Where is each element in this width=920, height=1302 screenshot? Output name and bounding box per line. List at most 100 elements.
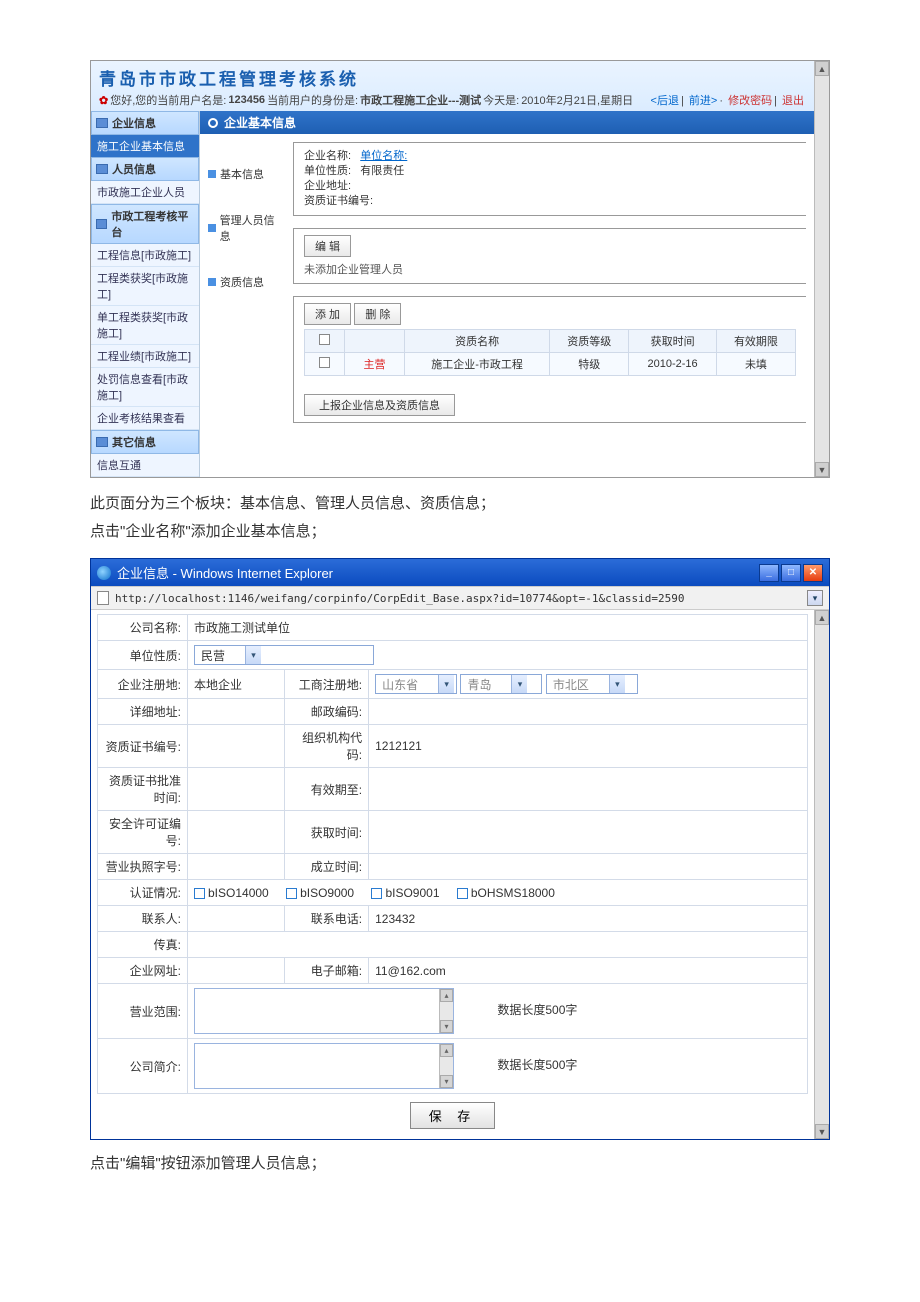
left-nav: 企业信息 施工企业基本信息 人员信息 市政施工企业人员 市政工程考核平台 工程信… (91, 111, 199, 477)
address-bar: http://localhost:1146/weifang/corpinfo/C… (91, 586, 829, 610)
nav-item-basic[interactable]: 施工企业基本信息 (91, 135, 199, 157)
intro-textarea[interactable]: ▴▾ (194, 1043, 454, 1089)
nav-header-platform-label: 市政工程考核平台 (111, 208, 194, 240)
scroll-down-icon[interactable]: ▾ (440, 1075, 453, 1088)
ie-icon (97, 566, 111, 580)
val-phone: 123432 (369, 906, 808, 932)
ck-iso14000[interactable]: bISO14000 (194, 886, 269, 900)
nav-item-staff[interactable]: 市政施工企业人员 (91, 181, 199, 204)
nav-item-msg[interactable]: 信息互通 (91, 454, 199, 477)
lbl-intro: 公司简介: (98, 1039, 188, 1094)
table-row[interactable]: 主营 施工企业-市政工程 特级 2010-2-16 未填 (305, 353, 796, 376)
nav-header-platform[interactable]: 市政工程考核平台 (91, 204, 199, 244)
textarea-scroll[interactable]: ▴▾ (439, 989, 453, 1033)
status-role: 市政工程施工企业---测试 (360, 92, 481, 108)
ck-iso9000[interactable]: bISO9000 (286, 886, 354, 900)
save-button[interactable]: 保 存 (410, 1102, 496, 1129)
ck-iso14000-label: bISO14000 (208, 886, 269, 900)
status-greeting: 您好,您的当前用户名是: (110, 92, 226, 108)
forward-link[interactable]: 前进> (689, 95, 717, 107)
city-value: 青岛 (461, 676, 511, 693)
ck-iso9001-label: bISO9001 (385, 886, 439, 900)
city-select[interactable]: 青岛▾ (460, 674, 542, 694)
addr-dropdown-icon[interactable]: ▾ (807, 590, 823, 606)
changepwd-link[interactable]: 修改密码 (728, 95, 772, 107)
report-button[interactable]: 上报企业信息及资质信息 (304, 394, 455, 416)
nav-header-other[interactable]: 其它信息 (91, 430, 199, 454)
nav-header-other-label: 其它信息 (112, 434, 156, 450)
back-link[interactable]: <后退 (651, 95, 679, 107)
square-icon (208, 170, 216, 178)
lbl-safeno: 安全许可证编号: (98, 811, 188, 854)
lbl-orgcode: 组织机构代码: (285, 725, 369, 768)
form-vertical-scrollbar[interactable]: ▲ ▼ (814, 610, 829, 1139)
nav-item-single-award[interactable]: 单工程类获奖[市政施工] (91, 306, 199, 345)
nature-select[interactable]: 民营▾ (194, 645, 374, 665)
dist-select[interactable]: 市北区▾ (546, 674, 638, 694)
qual-table: 资质名称 资质等级 获取时间 有效期限 主营 施工 (304, 329, 796, 376)
nav-item-result[interactable]: 企业考核结果查看 (91, 407, 199, 430)
close-button[interactable]: ✕ (803, 564, 823, 582)
scope-textarea[interactable]: ▴▾ (194, 988, 454, 1034)
scroll-down-icon[interactable]: ▼ (815, 1124, 829, 1139)
checkbox-icon (457, 888, 468, 899)
folder-icon (96, 437, 108, 447)
nav-item-punish[interactable]: 处罚信息查看[市政施工] (91, 368, 199, 407)
lbl-est: 成立时间: (285, 854, 369, 880)
delete-button[interactable]: 删 除 (354, 303, 401, 325)
folder-icon (96, 164, 108, 174)
minimize-button[interactable]: _ (759, 564, 779, 582)
table-header-row: 资质名称 资质等级 获取时间 有效期限 (305, 330, 796, 353)
th-level: 资质等级 (550, 330, 629, 353)
square-icon (208, 224, 216, 232)
nav-item-proj-award[interactable]: 工程类获奖[市政施工] (91, 267, 199, 306)
scroll-up-icon[interactable]: ▴ (440, 1044, 453, 1057)
lbl-certno: 资质证书编号: (304, 195, 373, 207)
ck-iso9001[interactable]: bISO9001 (371, 886, 439, 900)
status-mid1: 当前用户的身份是: (267, 92, 358, 108)
nav-item-proj-info[interactable]: 工程信息[市政施工] (91, 244, 199, 267)
page-icon (97, 591, 109, 605)
scroll-up-icon[interactable]: ▲ (815, 610, 829, 625)
basic-info-block: 企业名称: 单位名称: 单位性质: 有限责任 企业地址: 资质证书编号: (293, 142, 806, 216)
edit-button[interactable]: 编 辑 (304, 235, 351, 257)
val-nature: 有限责任 (360, 165, 404, 177)
square-icon (208, 278, 216, 286)
subnav-mgr[interactable]: 管理人员信息 (208, 212, 283, 244)
td-valid: 未填 (716, 353, 795, 376)
subnav-basic[interactable]: 基本信息 (208, 166, 283, 182)
subnav-qual[interactable]: 资质信息 (208, 274, 283, 290)
ie-titlebar: 企业信息 - Windows Internet Explorer _ □ ✕ (91, 559, 829, 586)
scroll-down-icon[interactable]: ▼ (815, 462, 829, 477)
prov-select[interactable]: 山东省▾ (375, 674, 457, 694)
screenshot-1: 青岛市市政工程管理考核系统 ✿ 您好,您的当前用户名是: 123456 当前用户… (90, 60, 830, 478)
add-button[interactable]: 添 加 (304, 303, 351, 325)
ck-iso9000-label: bISO9000 (300, 886, 354, 900)
subnav-mgr-label: 管理人员信息 (220, 212, 283, 244)
scroll-up-icon[interactable]: ▲ (815, 61, 829, 76)
vertical-scrollbar[interactable]: ▲ ▼ (814, 61, 829, 477)
logout-link[interactable]: 退出 (782, 95, 804, 107)
td-time: 2010-2-16 (629, 353, 717, 376)
app-header: 青岛市市政工程管理考核系统 ✿ 您好,您的当前用户名是: 123456 当前用户… (91, 61, 814, 111)
app-title: 青岛市市政工程管理考核系统 (99, 65, 806, 90)
ck-ohsms18000[interactable]: bOHSMS18000 (457, 886, 555, 900)
nav-item-perf[interactable]: 工程业绩[市政施工] (91, 345, 199, 368)
th-name: 资质名称 (405, 330, 550, 353)
caption-2: 点击"编辑"按钮添加管理人员信息； (90, 1152, 830, 1173)
checkbox-all[interactable] (319, 334, 330, 345)
company-name-link[interactable]: 单位名称: (360, 150, 407, 162)
lbl-certno: 资质证书编号: (98, 725, 188, 768)
lbl-nature: 单位性质: (304, 165, 351, 177)
scroll-up-icon[interactable]: ▴ (440, 989, 453, 1002)
dist-value: 市北区 (547, 676, 609, 693)
td-level: 特级 (550, 353, 629, 376)
scroll-down-icon[interactable]: ▾ (440, 1020, 453, 1033)
nav-header-company[interactable]: 企业信息 (91, 111, 199, 135)
ie-title-text: 企业信息 - Windows Internet Explorer (117, 563, 333, 582)
nav-header-person[interactable]: 人员信息 (91, 157, 199, 181)
row-checkbox[interactable] (319, 357, 330, 368)
status-links: <后退| 前进>· 修改密码| 退出 (649, 92, 806, 108)
maximize-button[interactable]: □ (781, 564, 801, 582)
textarea-scroll[interactable]: ▴▾ (439, 1044, 453, 1088)
